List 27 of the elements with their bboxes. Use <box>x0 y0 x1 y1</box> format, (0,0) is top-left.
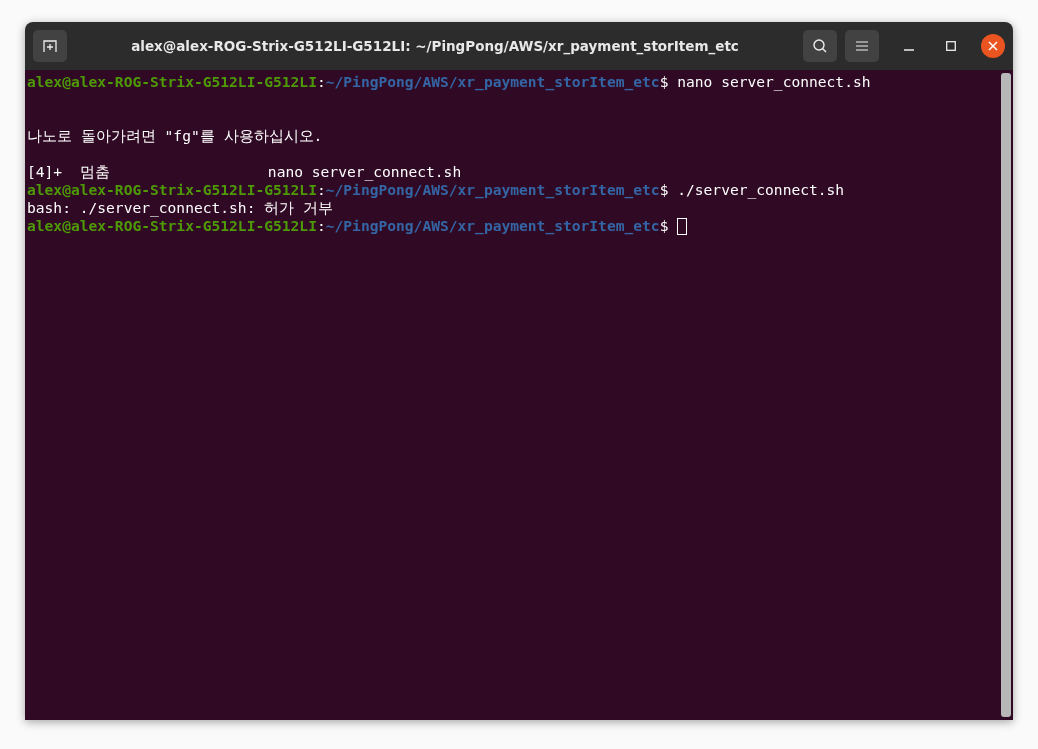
prompt-separator: : <box>316 73 326 91</box>
prompt-separator: : <box>316 181 326 199</box>
prompt-path: ~/PingPong/AWS/xr_payment_storItem_etc <box>325 73 660 91</box>
scrollbar-thumb[interactable] <box>1001 73 1011 717</box>
close-button[interactable] <box>981 34 1005 58</box>
prompt-user-host: alex@alex-ROG-Strix-G512LI-G512LI <box>27 73 317 91</box>
command-text: $ ./server_connect.sh <box>659 181 845 199</box>
new-tab-icon <box>42 39 58 53</box>
menu-icon <box>856 41 868 51</box>
prompt-user-host: alex@alex-ROG-Strix-G512LI-G512LI <box>27 181 317 199</box>
window-title: alex@alex-ROG-Strix-G512LI-G512LI: ~/PingPong/AWS/xr_payment_storItem_etc <box>130 38 740 54</box>
prompt-separator: : <box>316 217 326 235</box>
prompt-path: ~/PingPong/AWS/xr_payment_storItem_etc <box>325 217 660 235</box>
prompt-user-host: alex@alex-ROG-Strix-G512LI-G512LI <box>27 217 317 235</box>
minimize-icon <box>904 49 914 51</box>
maximize-icon <box>946 41 956 51</box>
search-button[interactable] <box>803 30 837 62</box>
search-icon <box>812 38 828 54</box>
command-text: $ <box>659 217 669 235</box>
output-text: bash: ./server_connect.sh: 허가 거부 <box>27 199 333 217</box>
output-text: 나노로 돌아가려면 "fg"를 사용하십시오. <box>27 127 323 145</box>
menu-button[interactable] <box>845 30 879 62</box>
command-text: $ nano server_connect.sh <box>659 73 871 91</box>
close-icon <box>988 41 998 51</box>
output-text: [4]+ 멈춤 nano server_connect.sh <box>27 163 462 181</box>
new-tab-button[interactable] <box>33 30 67 62</box>
prompt-path: ~/PingPong/AWS/xr_payment_storItem_etc <box>325 181 660 199</box>
